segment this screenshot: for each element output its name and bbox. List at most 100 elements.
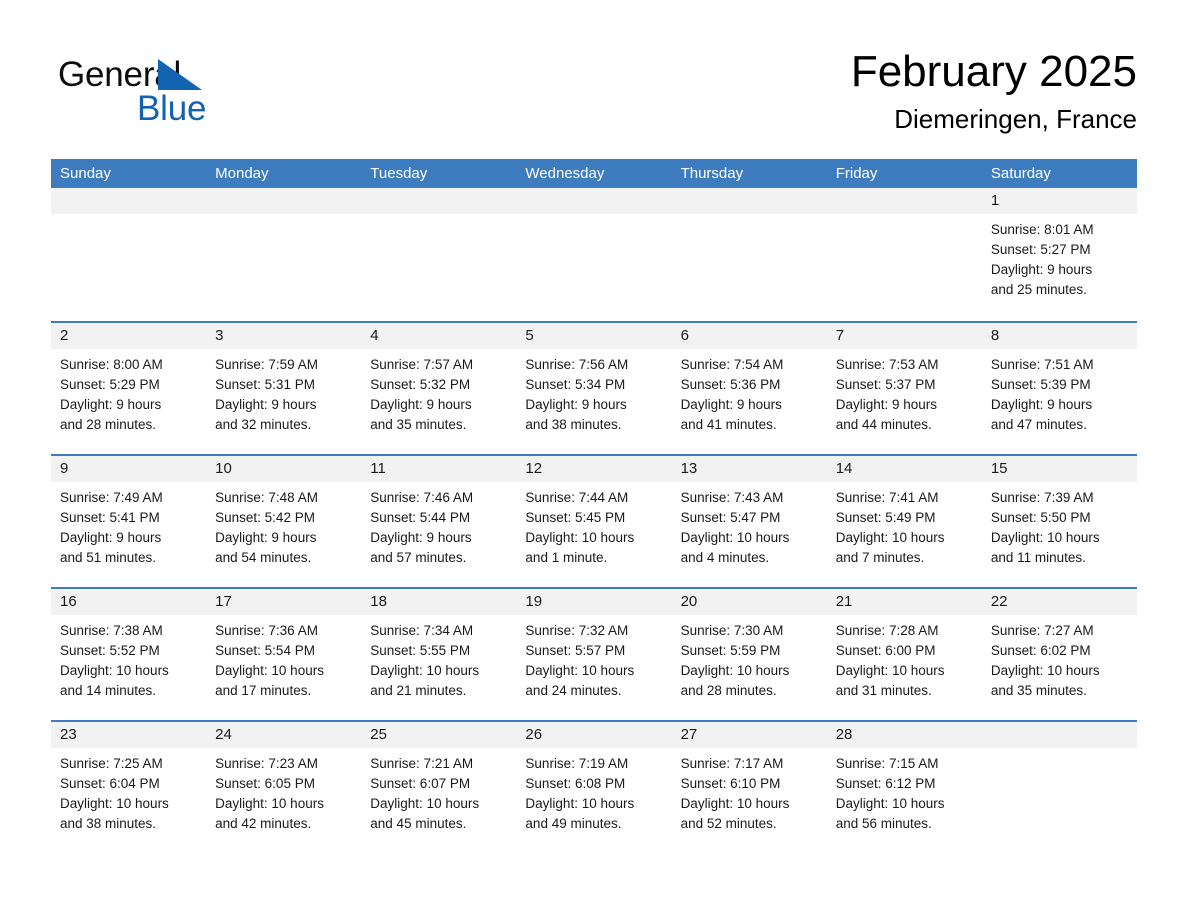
day-cell[interactable]: 19 Sunrise: 7:32 AM Sunset: 5:57 PM Dayligh… <box>516 589 672 720</box>
sunrise-text: Sunrise: 7:19 AM <box>525 756 629 771</box>
day-cell[interactable]: 12 Sunrise: 7:44 AM Sunset: 5:45 PM Dayligh… <box>516 456 672 587</box>
weekday-header-friday: Friday <box>835 165 878 182</box>
sunrise-text: Sunrise: 7:32 AM <box>525 623 629 638</box>
day-cell[interactable]: 24 Sunrise: 7:23 AM Sunset: 6:05 PM Dayligh… <box>206 722 362 853</box>
daylight-text-line2: and 56 minutes. <box>835 816 932 831</box>
daylight-text-line1: Daylight: 10 hours <box>525 530 635 545</box>
day-number-band: 6 <box>671 323 827 349</box>
day-cell[interactable]: 27 Sunrise: 7:17 AM Sunset: 6:10 PM Dayligh… <box>671 722 827 853</box>
daylight-text-line1: Daylight: 9 hours <box>835 397 938 412</box>
day-info: Sunrise: 7:27 AM Sunset: 6:02 PM Daylight:… <box>982 615 1137 701</box>
day-cell[interactable]: 2 Sunrise: 8:00 AM Sunset: 5:29 PM Daylight… <box>51 323 207 454</box>
daylight-text-line2: and 51 minutes. <box>60 550 157 565</box>
daylight-text-line1: Daylight: 10 hours <box>60 663 169 678</box>
day-cell[interactable]: 11 Sunrise: 7:46 AM Sunset: 5:44 PM Dayligh… <box>361 456 517 587</box>
day-info: Sunrise: 7:46 AM Sunset: 5:44 PM Daylight:… <box>361 482 516 568</box>
day-cell[interactable]: 23 Sunrise: 7:25 AM Sunset: 6:04 PM Dayligh… <box>51 722 207 853</box>
day-cell[interactable]: 6 Sunrise: 7:54 AM Sunset: 5:36 PM Daylight… <box>671 323 827 454</box>
day-cell[interactable]: 28 Sunrise: 7:15 AM Sunset: 6:12 PM Dayligh… <box>826 722 982 853</box>
day-cell[interactable]: 4 Sunrise: 7:57 AM Sunset: 5:32 PM Daylight… <box>361 323 517 454</box>
daylight-text-line1: Daylight: 10 hours <box>835 796 945 811</box>
day-number: 24 <box>215 726 232 743</box>
day-cell[interactable]: 10 Sunrise: 7:48 AM Sunset: 5:42 PM Dayligh… <box>206 456 362 587</box>
day-number-band: 21 <box>826 589 982 615</box>
day-number-band: 1 <box>981 188 1137 214</box>
day-cell[interactable]: 18 Sunrise: 7:34 AM Sunset: 5:55 PM Dayligh… <box>361 589 517 720</box>
day-cell[interactable]: 5 Sunrise: 7:56 AM Sunset: 5:34 PM Daylight… <box>516 323 672 454</box>
day-number-band <box>516 188 672 214</box>
day-number-band: 17 <box>206 589 362 615</box>
logo-triangle-icon <box>158 59 202 90</box>
day-cell-empty <box>826 188 982 321</box>
day-cell[interactable]: 14 Sunrise: 7:41 AM Sunset: 5:49 PM Dayligh… <box>826 456 982 587</box>
day-number: 8 <box>990 327 1000 344</box>
day-number-band: 9 <box>51 456 207 482</box>
daylight-text-line1: Daylight: 10 hours <box>215 796 324 811</box>
sunset-text: Sunset: 5:59 PM <box>680 643 781 658</box>
day-cell[interactable]: 16 Sunrise: 7:38 AM Sunset: 5:52 PM Dayligh… <box>51 589 207 720</box>
day-number: 10 <box>215 460 232 477</box>
day-cell[interactable]: 1 Sunrise: 8:01 AM Sunset: 5:27 PM Daylight… <box>981 188 1137 321</box>
day-cell[interactable]: 3 Sunrise: 7:59 AM Sunset: 5:31 PM Daylight… <box>206 323 362 454</box>
day-cell[interactable]: 20 Sunrise: 7:30 AM Sunset: 5:59 PM Dayligh… <box>671 589 827 720</box>
sunset-text: Sunset: 5:37 PM <box>835 377 936 392</box>
weekday-header-saturday: Saturday <box>990 165 1051 182</box>
day-cell-empty <box>981 722 1137 853</box>
calendar-week-row: 1 Sunrise: 8:01 AM Sunset: 5:27 PM Daylight… <box>51 188 1137 321</box>
daylight-text-line1: Daylight: 9 hours <box>215 397 317 412</box>
day-cell[interactable]: 21 Sunrise: 7:28 AM Sunset: 6:00 PM Dayligh… <box>826 589 982 720</box>
day-info: Sunrise: 7:39 AM Sunset: 5:50 PM Daylight:… <box>982 482 1137 568</box>
day-number: 7 <box>835 327 845 344</box>
day-info: Sunrise: 7:36 AM Sunset: 5:54 PM Daylight:… <box>206 615 361 701</box>
day-info: Sunrise: 7:38 AM Sunset: 5:52 PM Daylight:… <box>51 615 206 701</box>
general-blue-logo: General Blue <box>58 54 338 140</box>
title-block: February 2025 Diemeringen, France <box>851 44 1137 136</box>
day-number: 18 <box>370 593 387 610</box>
daylight-text-line2: and 28 minutes. <box>60 417 157 432</box>
day-cell[interactable]: 15 Sunrise: 7:39 AM Sunset: 5:50 PM Dayligh… <box>981 456 1137 587</box>
day-info: Sunrise: 7:43 AM Sunset: 5:47 PM Daylight:… <box>672 482 827 568</box>
daylight-text-line2: and 28 minutes. <box>680 683 777 698</box>
calendar-week-row: 23 Sunrise: 7:25 AM Sunset: 6:04 PM Dayligh… <box>51 720 1137 853</box>
day-cell[interactable]: 25 Sunrise: 7:21 AM Sunset: 6:07 PM Dayligh… <box>361 722 517 853</box>
day-cell[interactable]: 17 Sunrise: 7:36 AM Sunset: 5:54 PM Dayligh… <box>206 589 362 720</box>
day-cell-empty <box>206 188 362 321</box>
day-info: Sunrise: 7:34 AM Sunset: 5:55 PM Daylight:… <box>361 615 516 701</box>
sunrise-text: Sunrise: 8:01 AM <box>990 222 1094 237</box>
day-number-band: 2 <box>51 323 207 349</box>
day-number-band: 13 <box>671 456 827 482</box>
sunrise-text: Sunrise: 7:21 AM <box>370 756 474 771</box>
day-number: 5 <box>525 327 534 344</box>
sunrise-text: Sunrise: 7:17 AM <box>680 756 784 771</box>
sunset-text: Sunset: 6:07 PM <box>370 776 471 791</box>
day-number: 14 <box>835 460 853 477</box>
day-number: 15 <box>990 460 1008 477</box>
daylight-text-line2: and 44 minutes. <box>835 417 932 432</box>
day-cell-empty <box>516 188 672 321</box>
day-number: 4 <box>370 327 379 344</box>
sunrise-text: Sunrise: 7:48 AM <box>215 490 318 505</box>
sunset-text: Sunset: 5:29 PM <box>60 377 160 392</box>
daylight-text-line2: and 17 minutes. <box>215 683 312 698</box>
sunset-text: Sunset: 5:50 PM <box>990 510 1091 525</box>
day-number: 2 <box>60 327 69 344</box>
day-number-band: 23 <box>51 722 207 748</box>
calendar-grid: Sunday Monday Tuesday Wednesday Thursday Frid… <box>51 159 1137 853</box>
day-number: 1 <box>990 192 1000 209</box>
day-number-band: 18 <box>361 589 517 615</box>
daylight-text-line1: Daylight: 9 hours <box>370 530 472 545</box>
day-cell[interactable]: 13 Sunrise: 7:43 AM Sunset: 5:47 PM Dayligh… <box>671 456 827 587</box>
daylight-text-line2: and 57 minutes. <box>370 550 467 565</box>
day-cell[interactable]: 22 Sunrise: 7:27 AM Sunset: 6:02 PM Dayligh… <box>981 589 1137 720</box>
day-cell[interactable]: 26 Sunrise: 7:19 AM Sunset: 6:08 PM Dayligh… <box>516 722 672 853</box>
day-info: Sunrise: 7:51 AM Sunset: 5:39 PM Daylight:… <box>982 349 1137 435</box>
sunset-text: Sunset: 6:00 PM <box>835 643 936 658</box>
day-cell[interactable]: 8 Sunrise: 7:51 AM Sunset: 5:39 PM Daylight… <box>981 323 1137 454</box>
day-info: Sunrise: 7:48 AM Sunset: 5:42 PM Daylight:… <box>206 482 361 568</box>
day-number: 12 <box>525 460 543 477</box>
daylight-text-line1: Daylight: 9 hours <box>680 397 782 412</box>
day-cell[interactable]: 7 Sunrise: 7:53 AM Sunset: 5:37 PM Daylight… <box>826 323 982 454</box>
location-subtitle: Diemeringen, France <box>894 104 1137 134</box>
day-cell[interactable]: 9 Sunrise: 7:49 AM Sunset: 5:41 PM Daylight… <box>51 456 207 587</box>
day-info: Sunrise: 7:30 AM Sunset: 5:59 PM Daylight:… <box>672 615 827 701</box>
